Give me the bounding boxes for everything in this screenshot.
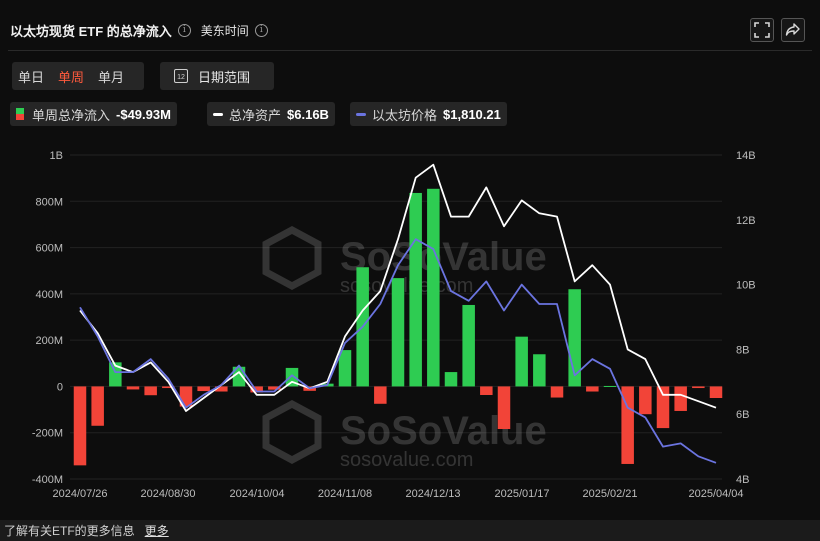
chart-header: 以太坊现货 ETF 的总净流入 i 美东时间 i: [10, 16, 278, 44]
x-tick-label: 2024/11/08: [318, 488, 372, 500]
period-option-month[interactable]: 单月: [98, 67, 124, 86]
y-tick-label-left: 0: [57, 381, 63, 393]
legend-value: -$49.93M: [116, 106, 171, 122]
net-inflow-bar: [692, 386, 705, 389]
net-inflow-bar: [709, 386, 723, 398]
fullscreen-button[interactable]: [750, 18, 774, 42]
net-inflow-bar: [444, 372, 458, 387]
net-inflow-bar: [73, 386, 87, 466]
share-icon: [785, 23, 800, 36]
net-inflow-bar: [480, 386, 493, 395]
footer-text: 了解有关ETF的更多信息: [4, 524, 135, 538]
y-tick-label-right: 10B: [736, 280, 756, 292]
period-selector: 单日 单周 单月: [12, 62, 144, 90]
y-tick-label-right: 4B: [736, 474, 749, 486]
y-tick-label-left: 200M: [35, 335, 63, 347]
watermark-name: SoSoValue: [340, 409, 547, 453]
timezone-label: 美东时间: [200, 23, 249, 38]
y-tick-label-left: 1B: [50, 150, 63, 162]
net-inflow-bar: [674, 386, 687, 411]
net-inflow-bar: [144, 386, 157, 396]
logo-icon: [262, 226, 322, 290]
net-inflow-bar: [427, 188, 440, 387]
share-button[interactable]: [781, 18, 805, 42]
footer-bar: 了解有关ETF的更多信息 更多: [0, 520, 820, 541]
period-option-week[interactable]: 单周: [58, 67, 84, 86]
calendar-icon: 12: [174, 69, 188, 83]
net-inflow-bar: [409, 192, 422, 387]
y-tick-label-left: 800M: [35, 196, 63, 208]
header-divider: [8, 50, 812, 51]
legend-label: 以太坊价格: [372, 107, 438, 123]
y-tick-label-left: 400M: [35, 289, 63, 301]
date-range-label: 日期范围: [198, 69, 251, 85]
net-inflow-bar: [197, 386, 210, 392]
legend-value: $1,810.21: [443, 106, 501, 122]
net-inflow-bar: [126, 386, 140, 390]
info-icon[interactable]: i: [177, 23, 191, 37]
line-swatch-icon: [213, 112, 223, 116]
line-swatch-icon: [356, 112, 366, 116]
period-option-day[interactable]: 单日: [18, 67, 44, 86]
net-inflow-bar: [656, 386, 670, 429]
net-inflow-bar: [586, 386, 599, 392]
fullscreen-icon: [754, 22, 770, 38]
logo-icon: [262, 400, 322, 464]
y-tick-label-right: 8B: [736, 344, 749, 356]
more-link[interactable]: 更多: [145, 522, 169, 539]
watermark-url: sosovalue.com: [340, 449, 473, 471]
flow-chart: 1B 800M 600M 400M 200M 0 -200M -400M 14B 12B 10B 8B…: [32, 150, 756, 500]
legend-label: 总净资产: [229, 107, 282, 123]
bar-swatch-icon: [16, 108, 24, 120]
legend-net-assets[interactable]: 总净资产 $6.16B: [207, 102, 335, 126]
y-tick-label-left: 600M: [35, 243, 63, 255]
net-inflow-bar: [374, 386, 387, 404]
x-tick-label: 2025/02/21: [582, 488, 637, 500]
y-tick-label-right: 6B: [736, 409, 749, 421]
x-tick-label: 2024/07/26: [52, 488, 107, 500]
net-inflow-bar: [462, 304, 475, 387]
net-inflow-bar: [91, 386, 104, 426]
x-tick-label: 2024/12/13: [405, 488, 460, 500]
legend-eth-price[interactable]: 以太坊价格 $1,810.21: [350, 102, 507, 126]
x-tick-label: 2025/04/04: [688, 488, 743, 500]
x-tick-label: 2024/08/30: [140, 488, 195, 500]
net-inflow-bar: [391, 278, 405, 387]
timezone-info-icon[interactable]: i: [254, 23, 268, 37]
net-inflow-bar: [497, 386, 511, 430]
y-tick-label-right: 14B: [736, 150, 756, 162]
y-tick-label-right: 12B: [736, 215, 756, 227]
legend-value: $6.16B: [287, 106, 329, 122]
net-inflow-bar: [550, 386, 564, 398]
y-tick-label-left: -400M: [32, 474, 63, 486]
net-inflow-bar: [603, 385, 617, 387]
watermark-top: SoSoValuesosovalue.com: [262, 226, 547, 297]
chart-title: 以太坊现货 ETF 的总净流入: [10, 23, 172, 39]
legend-net-inflow[interactable]: 单周总净流入 -$49.93M: [10, 102, 177, 126]
x-tick-label: 2025/01/17: [494, 488, 549, 500]
net-inflow-bar: [639, 386, 652, 415]
legend-label: 单周总净流入: [32, 107, 111, 123]
net-inflow-bar: [533, 354, 546, 387]
x-tick-label: 2024/10/04: [229, 488, 284, 500]
net-inflow-bar: [515, 336, 528, 387]
y-tick-label-left: -200M: [32, 428, 63, 440]
date-range-button[interactable]: 12 日期范围: [160, 62, 274, 90]
